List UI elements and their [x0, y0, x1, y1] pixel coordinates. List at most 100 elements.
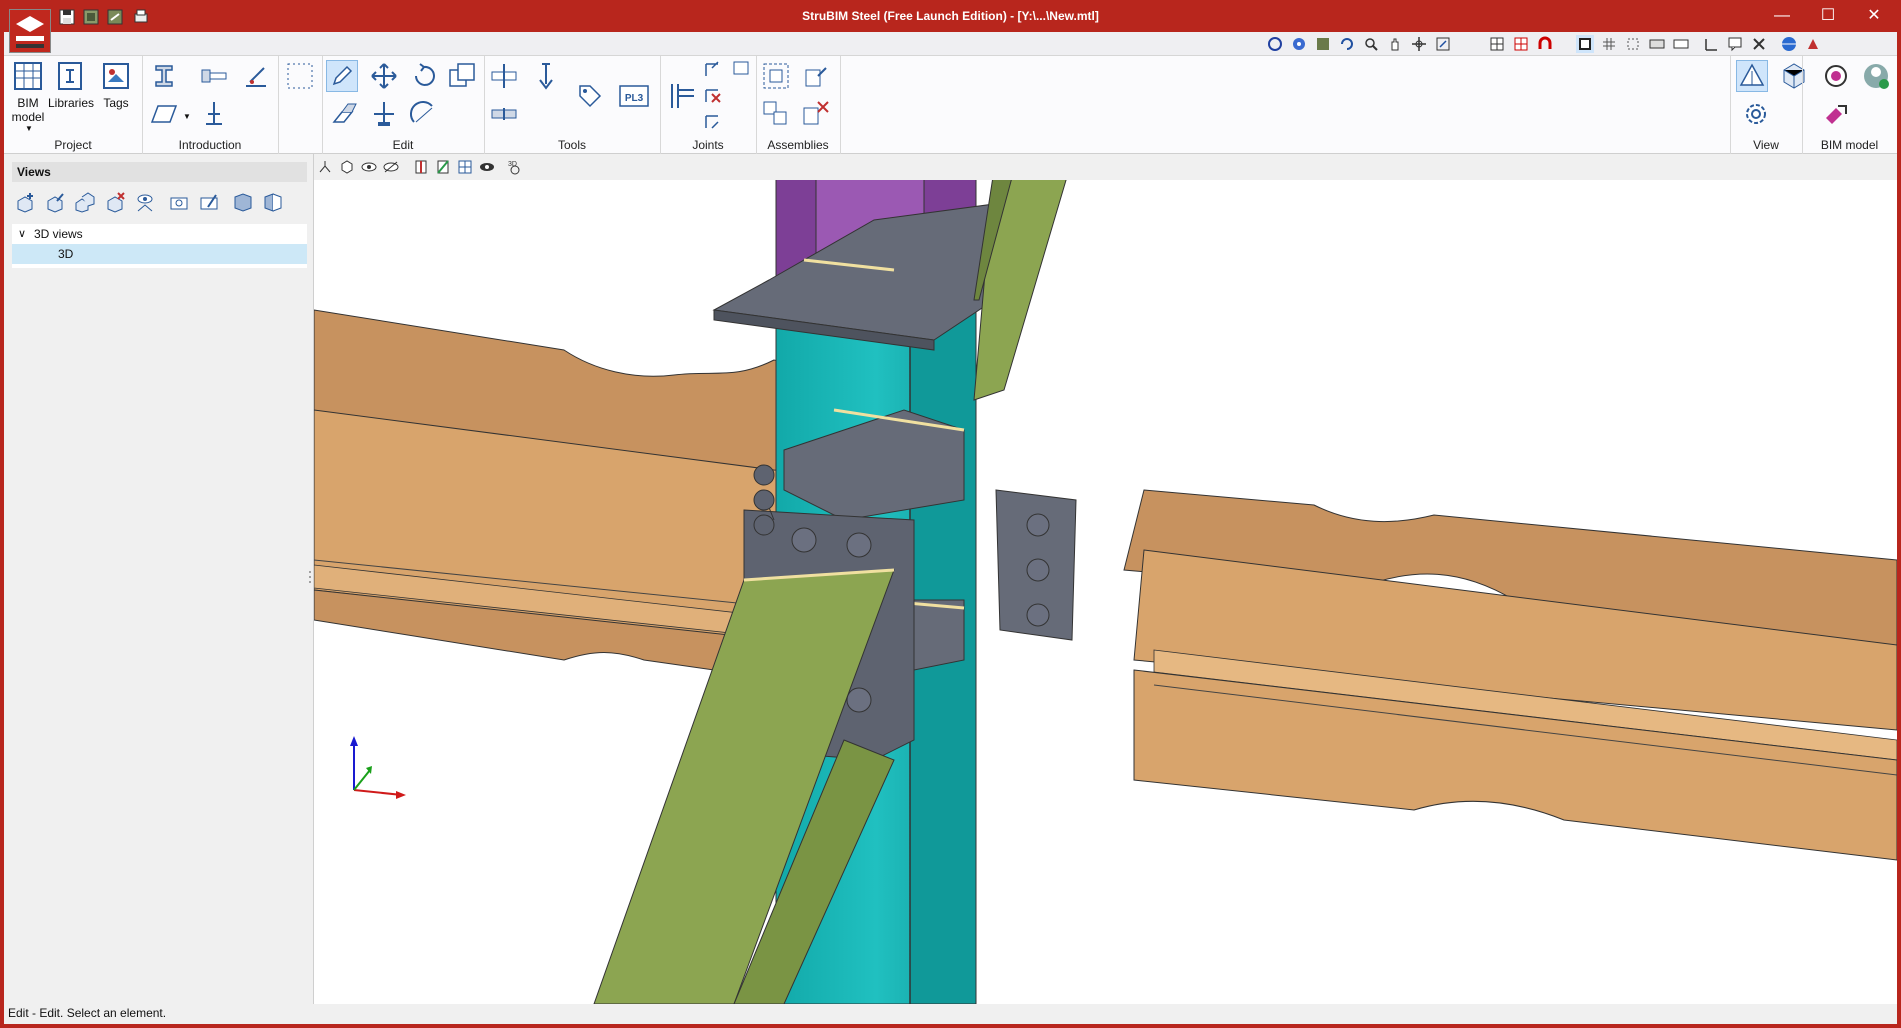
- end-plate-right[interactable]: [995, 489, 1077, 641]
- axes-gizmo: [350, 736, 406, 799]
- comment-icon[interactable]: [1726, 35, 1744, 53]
- grid-icon[interactable]: [1600, 35, 1618, 53]
- visibility-icon[interactable]: [382, 158, 400, 176]
- anchor-button[interactable]: [198, 98, 230, 130]
- assembly-remove-button[interactable]: [800, 98, 832, 130]
- pl3-button[interactable]: PL3: [618, 80, 650, 112]
- new-view-icon[interactable]: [14, 191, 36, 213]
- tools-icon[interactable]: [1750, 35, 1768, 53]
- app-logo[interactable]: [9, 9, 51, 53]
- view-cube-button[interactable]: [1778, 60, 1810, 92]
- group-label-edit: Edit: [392, 138, 414, 152]
- joint-delete-icon[interactable]: [702, 84, 724, 106]
- camera-edit-icon[interactable]: [198, 191, 220, 213]
- split-button[interactable]: [488, 60, 520, 92]
- view-triangle-button[interactable]: [1736, 60, 1768, 92]
- settings-gear-icon[interactable]: [1740, 98, 1772, 130]
- snap-points-icon[interactable]: [1624, 35, 1642, 53]
- chevron-down-icon[interactable]: ∨: [18, 224, 30, 244]
- minimize-button[interactable]: —: [1759, 0, 1805, 32]
- move-points-button[interactable]: [368, 98, 400, 130]
- assembly-create-button[interactable]: [760, 60, 792, 92]
- close-button[interactable]: ✕: [1851, 0, 1897, 32]
- section-red-icon[interactable]: [412, 158, 430, 176]
- join-button[interactable]: [488, 98, 520, 130]
- tag-button[interactable]: [574, 80, 606, 112]
- bim-export-icon[interactable]: [1820, 98, 1852, 130]
- joint-edit-icon[interactable]: [702, 110, 724, 132]
- tree-group-3d-views[interactable]: ∨ 3D views: [12, 224, 307, 244]
- status-text: Edit - Edit. Select an element.: [8, 1006, 167, 1020]
- joint-add-icon[interactable]: [702, 58, 724, 80]
- section-green-icon[interactable]: [434, 158, 452, 176]
- extend-button[interactable]: [530, 60, 562, 92]
- camera-icon[interactable]: [168, 191, 190, 213]
- orbit-icon[interactable]: [1290, 35, 1308, 53]
- frame-icon[interactable]: [1434, 35, 1452, 53]
- zoom-extents-icon[interactable]: [1314, 35, 1332, 53]
- copy-button[interactable]: [446, 60, 478, 92]
- tree-item-3d[interactable]: 3D: [12, 244, 307, 264]
- section-view-icon[interactable]: [232, 191, 254, 213]
- view-visibility-icon[interactable]: [134, 191, 156, 213]
- appearance-icon[interactable]: [1804, 35, 1822, 53]
- tags-label: Tags: [103, 96, 129, 110]
- rotate-button[interactable]: [408, 60, 440, 92]
- copy-view-icon[interactable]: [74, 191, 96, 213]
- refresh-icon[interactable]: [1338, 35, 1356, 53]
- bim-model-label-2: model: [11, 110, 45, 124]
- panel-splitter[interactable]: [308, 570, 312, 584]
- window-title: StruBIM Steel (Free Launch Edition) - [Y…: [802, 9, 1099, 23]
- rotate-icon[interactable]: [1266, 35, 1284, 53]
- zoom-icon[interactable]: [1362, 35, 1380, 53]
- scale-icon[interactable]: [1672, 35, 1690, 53]
- window-icon[interactable]: [1576, 35, 1594, 53]
- bim-model-label-1: BIM: [17, 96, 39, 110]
- magnet-icon[interactable]: [1536, 35, 1554, 53]
- libraries-label: Libraries: [48, 96, 95, 110]
- assembly-edit-button[interactable]: [800, 60, 832, 92]
- bolt-button[interactable]: [198, 60, 230, 92]
- erase-button[interactable]: [328, 98, 360, 130]
- delete-view-icon[interactable]: [104, 191, 126, 213]
- move-view-icon[interactable]: [1410, 35, 1428, 53]
- group-label-joints: Joints: [692, 138, 724, 152]
- brace-upper[interactable]: [973, 180, 1069, 401]
- edit-view-icon[interactable]: [44, 191, 66, 213]
- plate-dropdown-icon[interactable]: ▼: [182, 112, 192, 121]
- group-separator: [278, 56, 279, 154]
- view-3d-icon[interactable]: 3D: [506, 158, 524, 176]
- plate-button[interactable]: [148, 98, 180, 130]
- eye-icon[interactable]: [478, 158, 496, 176]
- view-toolbar: [4, 32, 1897, 56]
- 3d-viewport[interactable]: [314, 180, 1897, 1004]
- tags-button[interactable]: [100, 60, 132, 92]
- beam-right[interactable]: [1123, 489, 1897, 861]
- grid-view-icon[interactable]: [456, 158, 474, 176]
- rotate-points-button[interactable]: [408, 98, 440, 130]
- axes-icon[interactable]: [316, 158, 334, 176]
- keyboard-icon[interactable]: [1648, 35, 1666, 53]
- weld-button[interactable]: [240, 60, 272, 92]
- globe-icon[interactable]: [1780, 35, 1798, 53]
- angle-icon[interactable]: [1702, 35, 1720, 53]
- error-grid-icon[interactable]: [1512, 35, 1530, 53]
- edit-pencil-button[interactable]: [326, 60, 358, 92]
- bim-sync-icon[interactable]: [1820, 60, 1852, 92]
- bim-model-button[interactable]: [12, 60, 44, 92]
- section-open-icon[interactable]: [262, 191, 284, 213]
- joint-button[interactable]: [666, 80, 698, 112]
- joint-window-icon[interactable]: [730, 58, 752, 80]
- cube-icon[interactable]: [338, 158, 356, 176]
- pan-icon[interactable]: [1386, 35, 1404, 53]
- grid-points-button[interactable]: [284, 60, 316, 92]
- eye-hide-icon[interactable]: [360, 158, 378, 176]
- maximize-button[interactable]: ☐: [1805, 0, 1851, 32]
- grid-toggle-icon[interactable]: [1488, 35, 1506, 53]
- libraries-button[interactable]: [54, 60, 86, 92]
- user-status-icon[interactable]: [1860, 60, 1892, 92]
- bim-model-dropdown-icon[interactable]: ▼: [25, 124, 33, 133]
- assembly-add-button[interactable]: [760, 98, 792, 130]
- move-button[interactable]: [368, 60, 400, 92]
- steel-profile-button[interactable]: [148, 60, 180, 92]
